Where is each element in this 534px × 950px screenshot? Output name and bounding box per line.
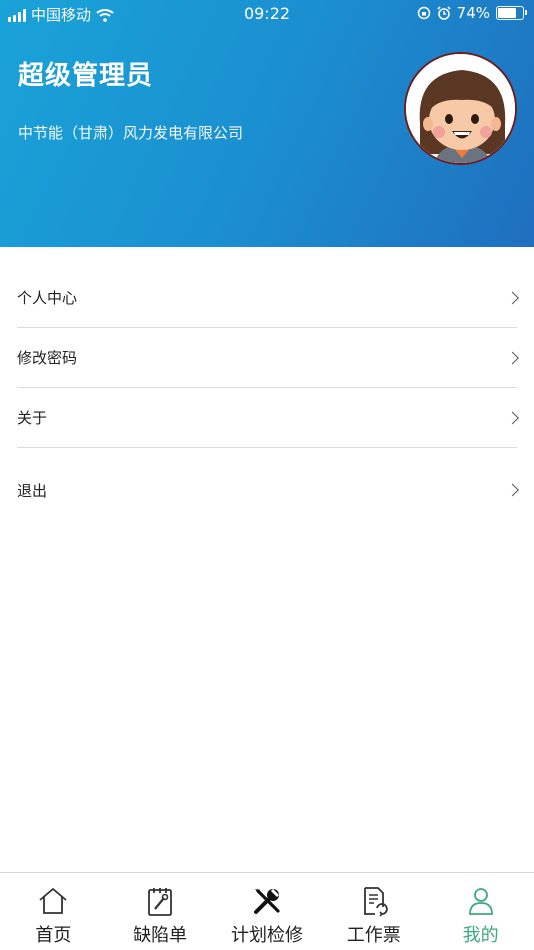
tab-work-ticket[interactable]: 工作票 (320, 873, 427, 950)
battery-fill (498, 8, 516, 18)
tab-label: 我的 (462, 925, 499, 946)
tab-label: 缺陷单 (133, 925, 188, 946)
user-icon (468, 888, 493, 915)
chevron-right-icon (506, 291, 519, 304)
chevron-right-icon (506, 411, 519, 424)
tab-mine[interactable]: 我的 (427, 873, 534, 950)
menu-item-change-password[interactable]: 修改密码 (17, 328, 519, 388)
tab-defects[interactable]: 缺陷单 (107, 873, 214, 950)
defect-clipboard-icon (148, 888, 173, 916)
tab-label: 计划检修 (230, 925, 303, 946)
settings-menu: 个人中心 修改密码 关于 退出 (0, 268, 534, 520)
battery-icon (496, 6, 527, 20)
alarm-icon (437, 6, 451, 20)
tab-home[interactable]: 首页 (0, 873, 107, 950)
chevron-right-icon (506, 351, 519, 364)
status-bar: 中国移动 09:22 74% (0, 0, 534, 28)
chevron-right-icon (506, 483, 519, 497)
rotation-lock-icon (417, 6, 430, 20)
tab-label: 首页 (35, 925, 72, 946)
cartoon-girl-avatar-icon (406, 54, 515, 163)
menu-item-label: 退出 (17, 481, 48, 500)
tab-label: 工作票 (346, 925, 401, 946)
menu-item-profile[interactable]: 个人中心 (17, 268, 519, 328)
tools-icon (253, 888, 280, 914)
menu-item-label: 关于 (17, 409, 48, 427)
menu-item-label: 修改密码 (17, 349, 78, 367)
battery-percent: 74% (456, 4, 490, 22)
status-right: 74% (417, 4, 527, 22)
menu-item-label: 个人中心 (17, 289, 78, 307)
profile-header: 中国移动 09:22 74% 超级管理员 中节能（甘肃）风力发电有限公司 (0, 0, 534, 247)
company-name: 中节能（甘肃）风力发电有限公司 (18, 124, 244, 142)
screen: 中国移动 09:22 74% 超级管理员 中节能（甘肃）风力发电有限公司 个人中… (0, 0, 534, 950)
user-name: 超级管理员 (18, 61, 154, 91)
menu-item-logout[interactable]: 退出 (17, 460, 519, 520)
bottom-tab-bar: 首页 缺陷单 计划检修 工作票 我的 (0, 872, 534, 950)
tab-planned-maintenance[interactable]: 计划检修 (214, 873, 321, 950)
avatar[interactable] (404, 52, 517, 165)
work-ticket-icon (363, 887, 388, 917)
home-icon (39, 887, 67, 914)
menu-item-about[interactable]: 关于 (17, 388, 519, 448)
